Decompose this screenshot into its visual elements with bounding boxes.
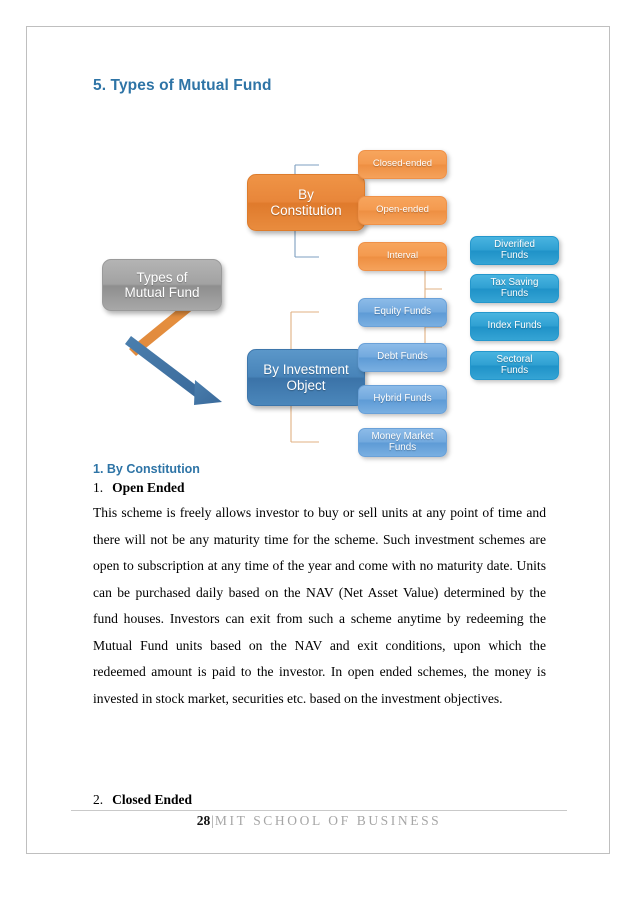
- footer-organization: MIT SCHOOL OF BUSINESS: [214, 813, 442, 828]
- list-item-number: 2.: [93, 792, 104, 807]
- diagram-node-open-ended-label: Open-ended: [376, 204, 429, 216]
- diagram-node-index-funds-label: Index Funds: [487, 320, 542, 332]
- body-paragraph: This scheme is freely allows investor to…: [93, 505, 546, 706]
- diagram-node-hybrid-funds[interactable]: Hybrid Funds: [358, 385, 447, 414]
- diagram-node-tax-saving-funds[interactable]: Tax Saving Funds: [470, 274, 559, 303]
- diagram-node-debt-funds-label: Debt Funds: [377, 351, 428, 363]
- diagram-node-money-market-funds-label: Money Market Funds: [371, 430, 434, 453]
- document-page: 5. Types of Mutual Fund Types of Mutual …: [26, 26, 610, 854]
- diagram-node-debt-funds[interactable]: Debt Funds: [358, 343, 447, 372]
- diagram-node-by-investment-object[interactable]: By Investment Object: [247, 349, 365, 406]
- diagram-node-root[interactable]: Types of Mutual Fund: [102, 259, 222, 311]
- diagram-node-closed-ended[interactable]: Closed-ended: [358, 150, 447, 179]
- list-item-label: Open Ended: [112, 480, 185, 495]
- list-item-number: 1.: [93, 480, 104, 495]
- diagram-node-equity-funds-label: Equity Funds: [373, 306, 432, 318]
- page-title: 5. Types of Mutual Fund: [93, 77, 272, 94]
- footer-divider: [71, 810, 567, 811]
- page-footer: 28|MIT SCHOOL OF BUSINESS: [27, 813, 611, 829]
- diagram-node-diverified-funds-label: Diverified Funds: [494, 238, 535, 261]
- diagram-node-equity-funds[interactable]: Equity Funds: [358, 298, 447, 327]
- diagram-node-closed-ended-label: Closed-ended: [372, 158, 433, 170]
- diagram-node-root-label: Types of Mutual Fund: [124, 269, 200, 300]
- subsection-heading: 1. By Constitution: [93, 462, 200, 476]
- diagram-node-index-funds[interactable]: Index Funds: [470, 312, 559, 341]
- diagram-node-diverified-funds[interactable]: Diverified Funds: [470, 236, 559, 265]
- list-item-closed-ended: 2. Closed Ended: [93, 792, 192, 808]
- diagram-node-tax-saving-funds-label: Tax Saving Funds: [490, 276, 539, 299]
- diagram-node-by-investment-object-label: By Investment Object: [263, 362, 349, 393]
- diagram-node-open-ended[interactable]: Open-ended: [358, 196, 447, 225]
- diagram-node-money-market-funds[interactable]: Money Market Funds: [358, 428, 447, 457]
- diagram-node-sectoral-funds-label: Sectoral Funds: [496, 353, 533, 376]
- diagram-node-interval-label: Interval: [386, 250, 419, 262]
- arrow-root-to-by-investment-object: [125, 336, 222, 405]
- diagram-node-hybrid-funds-label: Hybrid Funds: [373, 393, 432, 405]
- diagram-node-by-constitution-label: By Constitution: [270, 187, 342, 218]
- list-item-label: Closed Ended: [112, 792, 193, 807]
- diagram-node-by-constitution[interactable]: By Constitution: [247, 174, 365, 231]
- list-item-open-ended: 1. Open Ended: [93, 480, 185, 496]
- mutual-fund-types-diagram: Types of Mutual Fund By Constitution Close…: [67, 112, 597, 457]
- diagram-node-interval[interactable]: Interval: [358, 242, 447, 271]
- footer-page-number: 28: [196, 813, 211, 828]
- diagram-node-sectoral-funds[interactable]: Sectoral Funds: [470, 351, 559, 380]
